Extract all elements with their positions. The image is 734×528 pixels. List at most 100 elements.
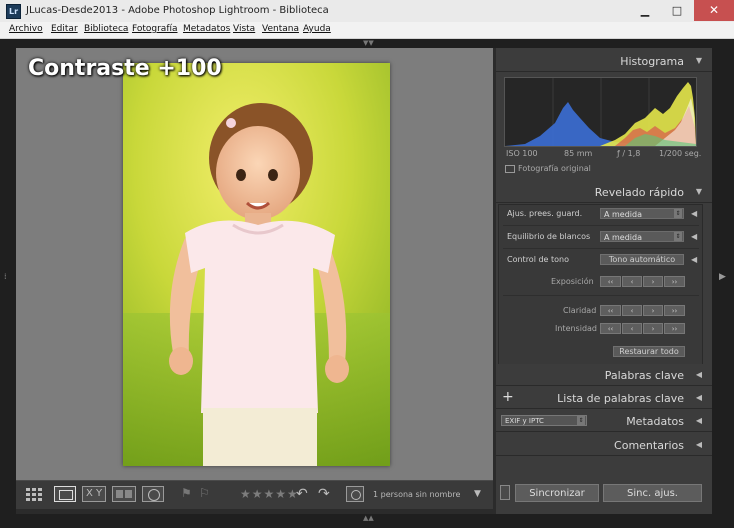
vibrance-decrease-large-button[interactable]: ‹‹ bbox=[600, 323, 621, 334]
library-toolbar: XY ⚑ ⚐ ★★★★★ ↶ ↷ 1 persona sin nombre ▼ bbox=[16, 480, 493, 509]
tone-control-label: Control de tono bbox=[507, 255, 569, 264]
saved-preset-label: Ajus. prees. guard. bbox=[507, 209, 583, 218]
row-expand-icon[interactable]: ◀ bbox=[691, 255, 697, 264]
photo-image bbox=[123, 63, 390, 466]
window-title: JLucas-Desde2013 - Adobe Photoshop Light… bbox=[26, 5, 329, 16]
panel-expand-icon[interactable]: ◀ bbox=[696, 370, 702, 379]
saved-preset-select[interactable]: A medida ⇕ bbox=[600, 208, 684, 219]
white-balance-label: Equilibrio de blancos bbox=[507, 232, 591, 241]
loupe-view-icon[interactable] bbox=[54, 486, 76, 502]
clarity-label: Claridad bbox=[563, 306, 597, 315]
clarity-decrease-large-button[interactable]: ‹‹ bbox=[600, 305, 621, 316]
quick-develop-title: Revelado rápido bbox=[594, 186, 684, 199]
menu-biblioteca[interactable]: Biblioteca bbox=[84, 24, 128, 34]
menu-metadatos[interactable]: Metadatos bbox=[183, 24, 230, 34]
collapse-top-icon[interactable]: ▼▼ bbox=[363, 39, 374, 47]
face-count-text: 1 persona sin nombre bbox=[373, 490, 461, 499]
select-arrows-icon: ⇕ bbox=[577, 416, 585, 425]
metadata-preset-select[interactable]: EXIF y IPTC ⇕ bbox=[501, 415, 587, 426]
title-bar: Lr JLucas-Desde2013 - Adobe Photoshop Li… bbox=[0, 0, 734, 23]
white-balance-value: A medida bbox=[604, 233, 643, 242]
toolbar-menu-chevron-icon[interactable]: ▼ bbox=[474, 489, 486, 505]
menu-ventana[interactable]: Ventana bbox=[262, 24, 299, 34]
keyword-list-header[interactable]: + Lista de palabras clave ◀ bbox=[496, 387, 712, 409]
keywording-header[interactable]: Palabras clave ◀ bbox=[496, 364, 712, 386]
left-panel-strip[interactable] bbox=[0, 48, 16, 514]
panel-expand-icon[interactable]: ◀ bbox=[696, 393, 702, 402]
histogram-graph[interactable] bbox=[504, 77, 697, 147]
panel-expand-icon[interactable]: ◀ bbox=[696, 416, 702, 425]
exposure-increase-large-button[interactable]: ›› bbox=[664, 276, 685, 287]
exposure-increase-button[interactable]: › bbox=[643, 276, 663, 287]
menu-ayuda[interactable]: Ayuda bbox=[303, 24, 331, 34]
expand-right-icon[interactable]: ▶ bbox=[719, 272, 726, 282]
flag-icon[interactable]: ⚑ bbox=[181, 486, 195, 502]
white-balance-select[interactable]: A medida ⇕ bbox=[600, 231, 684, 242]
divider bbox=[503, 295, 699, 296]
keyword-list-title: Lista de palabras clave bbox=[557, 392, 684, 405]
iso-readout: ISO 100 bbox=[506, 149, 538, 158]
quick-develop-header[interactable]: Revelado rápido ▼ bbox=[496, 181, 712, 203]
rotate-left-icon[interactable]: ↶ bbox=[296, 486, 312, 502]
right-panel: Histograma ▼ ISO 100 85 mm ƒ / 1,8 1/200… bbox=[496, 48, 712, 514]
aperture-readout: ƒ / 1,8 bbox=[617, 149, 641, 158]
face-detect-icon[interactable] bbox=[346, 486, 364, 502]
panel-collapse-icon[interactable]: ▼ bbox=[696, 187, 702, 196]
contrast-overlay-text: Contraste +100 bbox=[28, 56, 222, 81]
add-keyword-icon[interactable]: + bbox=[502, 389, 514, 405]
close-button[interactable]: ✕ bbox=[694, 0, 734, 21]
keywording-title: Palabras clave bbox=[604, 369, 684, 382]
comments-header[interactable]: Comentarios ◀ bbox=[496, 434, 712, 456]
quick-develop-panel: Ajus. prees. guard. A medida ⇕ ◀ Equilib… bbox=[498, 204, 703, 366]
grid-view-icon[interactable] bbox=[25, 486, 47, 502]
panel-expand-icon[interactable]: ◀ bbox=[696, 440, 702, 449]
histogram-header[interactable]: Histograma ▼ bbox=[496, 50, 712, 72]
select-arrows-icon: ⇕ bbox=[674, 232, 682, 241]
menu-archivo[interactable]: Archivo bbox=[9, 24, 43, 34]
histogram-title: Histograma bbox=[620, 55, 684, 68]
exposure-decrease-large-button[interactable]: ‹‹ bbox=[600, 276, 621, 287]
menu-fotografia[interactable]: Fotografía bbox=[132, 24, 178, 34]
row-expand-icon[interactable]: ◀ bbox=[691, 209, 697, 218]
auto-tone-button[interactable]: Tono automático bbox=[600, 254, 684, 265]
original-photo-checkbox[interactable] bbox=[505, 165, 515, 173]
reset-all-button[interactable]: Restaurar todo bbox=[613, 346, 685, 357]
panel-collapse-icon[interactable]: ▼ bbox=[696, 56, 702, 65]
people-view-icon[interactable] bbox=[142, 486, 164, 502]
focal-length-readout: 85 mm bbox=[564, 149, 593, 158]
clarity-decrease-button[interactable]: ‹ bbox=[622, 305, 642, 316]
vibrance-decrease-button[interactable]: ‹ bbox=[622, 323, 642, 334]
menu-vista[interactable]: Vista bbox=[233, 24, 255, 34]
divider bbox=[503, 248, 699, 249]
clarity-increase-button[interactable]: › bbox=[643, 305, 663, 316]
maximize-button[interactable]: □ bbox=[662, 0, 692, 21]
clarity-increase-large-button[interactable]: ›› bbox=[664, 305, 685, 316]
menu-editar[interactable]: Editar bbox=[51, 24, 78, 34]
sync-settings-button[interactable]: Sinc. ajus. bbox=[603, 484, 702, 502]
collapse-bottom-icon[interactable]: ▲▲ bbox=[363, 514, 374, 522]
lightroom-app-icon: Lr bbox=[6, 4, 21, 19]
minimize-button[interactable]: ▁ bbox=[630, 0, 660, 21]
sync-button[interactable]: Sincronizar bbox=[515, 484, 599, 502]
collapse-left-icon[interactable]: ⁞ bbox=[4, 272, 7, 281]
vibrance-increase-large-button[interactable]: ›› bbox=[664, 323, 685, 334]
vibrance-label: Intensidad bbox=[555, 324, 598, 333]
metadata-preset-value: EXIF y IPTC bbox=[505, 417, 544, 425]
rotate-right-icon[interactable]: ↷ bbox=[318, 486, 334, 502]
shutter-readout: 1/200 seg. bbox=[659, 149, 702, 158]
reject-flag-icon[interactable]: ⚐ bbox=[199, 486, 213, 502]
exposure-decrease-button[interactable]: ‹ bbox=[622, 276, 642, 287]
compare-view-icon[interactable]: XY bbox=[82, 486, 106, 502]
metadata-title: Metadatos bbox=[626, 415, 684, 428]
saved-preset-value: A medida bbox=[604, 210, 643, 219]
comments-title: Comentarios bbox=[614, 439, 684, 452]
star-rating[interactable]: ★★★★★ bbox=[240, 487, 299, 501]
photo-preview[interactable] bbox=[123, 63, 390, 466]
menu-bar: Archivo Editar Biblioteca Fotografía Met… bbox=[0, 22, 734, 39]
divider bbox=[503, 225, 699, 226]
original-photo-label: Fotografía original bbox=[518, 164, 591, 173]
row-expand-icon[interactable]: ◀ bbox=[691, 232, 697, 241]
survey-view-icon[interactable] bbox=[112, 486, 136, 502]
auto-sync-switch[interactable] bbox=[500, 485, 510, 500]
vibrance-increase-button[interactable]: › bbox=[643, 323, 663, 334]
